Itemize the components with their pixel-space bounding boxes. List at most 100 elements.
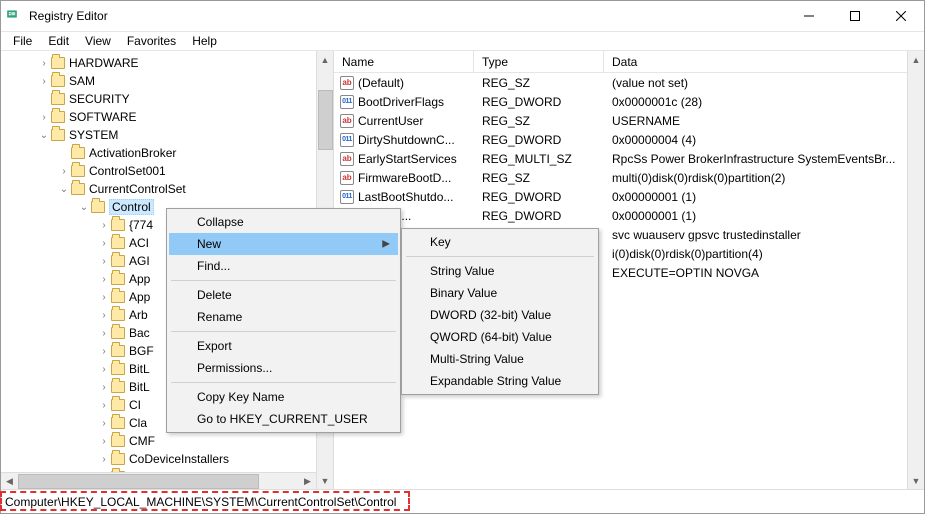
menu-goto[interactable]: Go to HKEY_CURRENT_USER	[169, 408, 398, 430]
list-header: Name Type Data	[334, 51, 924, 73]
main-area: ›HARDWARE ›SAM SECURITY ›SOFTWARE ⌄SYSTE…	[1, 51, 924, 489]
menu-export[interactable]: Export	[169, 335, 398, 357]
tree-item[interactable]: Bac	[129, 326, 150, 340]
list-row[interactable]: 011BootDriverFlagsREG_DWORD0x0000001c (2…	[334, 92, 924, 111]
tree-item[interactable]: HARDWARE	[69, 56, 139, 70]
menu-separator	[171, 280, 396, 281]
folder-icon	[51, 93, 65, 105]
column-name[interactable]: Name	[334, 51, 474, 72]
scroll-up-icon[interactable]: ▲	[908, 51, 925, 68]
tree-item[interactable]: BitL	[129, 380, 150, 394]
tree-item[interactable]: ACI	[129, 236, 149, 250]
scrollbar-thumb[interactable]	[18, 474, 259, 489]
folder-icon	[111, 327, 125, 339]
submenu-key[interactable]: Key	[404, 231, 596, 253]
column-data[interactable]: Data	[604, 51, 924, 72]
tree-item[interactable]: ControlSet001	[89, 164, 166, 178]
string-value-icon: ab	[340, 152, 354, 166]
menu-edit[interactable]: Edit	[40, 32, 77, 50]
maximize-button[interactable]	[832, 1, 878, 31]
list-scrollbar-v[interactable]: ▲ ▼	[907, 51, 924, 489]
value-type: REG_SZ	[474, 114, 604, 128]
binary-value-icon: 011	[340, 133, 354, 147]
menu-rename[interactable]: Rename	[169, 306, 398, 328]
menu-permissions[interactable]: Permissions...	[169, 357, 398, 379]
tree-item[interactable]: Cla	[129, 416, 147, 430]
expander-icon[interactable]: ⌄	[57, 182, 71, 196]
list-row[interactable]: ab(Default)REG_SZ(value not set)	[334, 73, 924, 92]
tree-item[interactable]: App	[129, 290, 150, 304]
tree-item[interactable]: BGF	[129, 344, 154, 358]
submenu-multi[interactable]: Multi-String Value	[404, 348, 596, 370]
tree-item[interactable]: SOFTWARE	[69, 110, 137, 124]
submenu-string[interactable]: String Value	[404, 260, 596, 282]
value-data: multi(0)disk(0)rdisk(0)partition(2)	[604, 171, 924, 185]
menu-new[interactable]: New▶	[169, 233, 398, 255]
menu-delete[interactable]: Delete	[169, 284, 398, 306]
folder-icon	[111, 345, 125, 357]
tree-item[interactable]: AGI	[129, 254, 150, 268]
menu-help[interactable]: Help	[184, 32, 225, 50]
list-row[interactable]: abEarlyStartServicesREG_MULTI_SZRpcSs Po…	[334, 149, 924, 168]
tree-item-selected[interactable]: Control	[109, 199, 154, 215]
list-row[interactable]: 011tSuccee...REG_DWORD0x00000001 (1)	[334, 206, 924, 225]
folder-icon	[111, 399, 125, 411]
scroll-down-icon[interactable]: ▼	[908, 472, 925, 489]
tree-item[interactable]: SYSTEM	[69, 128, 118, 142]
tree-item[interactable]: CMF	[129, 434, 155, 448]
folder-icon	[111, 381, 125, 393]
value-name: (Default)	[358, 76, 404, 90]
string-value-icon: ab	[340, 114, 354, 128]
tree-item[interactable]: BitL	[129, 362, 150, 376]
scroll-down-icon[interactable]: ▼	[317, 472, 334, 489]
tree-item[interactable]: SECURITY	[69, 92, 130, 106]
submenu-dword[interactable]: DWORD (32-bit) Value	[404, 304, 596, 326]
scroll-left-icon[interactable]: ◀	[1, 473, 18, 490]
scroll-right-icon[interactable]: ▶	[299, 473, 316, 490]
tree-item[interactable]: {774	[129, 218, 153, 232]
menu-find[interactable]: Find...	[169, 255, 398, 277]
tree-item[interactable]: Arb	[129, 308, 148, 322]
menu-view[interactable]: View	[77, 32, 119, 50]
folder-icon	[51, 129, 65, 141]
tree-item[interactable]: ActivationBroker	[89, 146, 176, 160]
menu-favorites[interactable]: Favorites	[119, 32, 184, 50]
folder-icon	[111, 309, 125, 321]
binary-value-icon: 011	[340, 95, 354, 109]
value-data: EXECUTE=OPTIN NOVGA	[604, 266, 924, 280]
menu-collapse[interactable]: Collapse	[169, 211, 398, 233]
menu-copy-key-name[interactable]: Copy Key Name	[169, 386, 398, 408]
submenu-qword[interactable]: QWORD (64-bit) Value	[404, 326, 596, 348]
window-title: Registry Editor	[29, 9, 786, 23]
scrollbar-thumb[interactable]	[318, 90, 333, 150]
value-type: REG_DWORD	[474, 190, 604, 204]
expander-icon[interactable]: ⌄	[77, 200, 91, 214]
menu-file[interactable]: File	[5, 32, 40, 50]
folder-icon	[111, 363, 125, 375]
tree-scrollbar-h[interactable]: ◀ ▶	[1, 472, 316, 489]
tree-item[interactable]: CI	[129, 398, 141, 412]
value-data: (value not set)	[604, 76, 924, 90]
tree-item[interactable]: CoDeviceInstallers	[129, 452, 229, 466]
value-name: DirtyShutdownC...	[358, 133, 455, 147]
list-row[interactable]: 011DirtyShutdownC...REG_DWORD0x00000004 …	[334, 130, 924, 149]
value-data: RpcSs Power BrokerInfrastructure SystemE…	[604, 152, 924, 166]
scroll-up-icon[interactable]: ▲	[317, 51, 334, 68]
folder-icon	[51, 111, 65, 123]
list-row[interactable]: 011LastBootShutdo...REG_DWORD0x00000001 …	[334, 187, 924, 206]
tree-item[interactable]: CurrentControlSet	[89, 182, 186, 196]
value-name: EarlyStartServices	[358, 152, 457, 166]
submenu-binary[interactable]: Binary Value	[404, 282, 596, 304]
list-row[interactable]: abFirmwareBootD...REG_SZmulti(0)disk(0)r…	[334, 168, 924, 187]
submenu-expand[interactable]: Expandable String Value	[404, 370, 596, 392]
folder-icon	[111, 219, 125, 231]
tree-item[interactable]: App	[129, 272, 150, 286]
folder-icon	[111, 237, 125, 249]
minimize-button[interactable]	[786, 1, 832, 31]
column-type[interactable]: Type	[474, 51, 604, 72]
list-row[interactable]: abCurrentUserREG_SZUSERNAME	[334, 111, 924, 130]
app-icon	[7, 8, 23, 24]
expander-icon[interactable]: ⌄	[37, 128, 51, 142]
close-button[interactable]	[878, 1, 924, 31]
tree-item[interactable]: SAM	[69, 74, 95, 88]
